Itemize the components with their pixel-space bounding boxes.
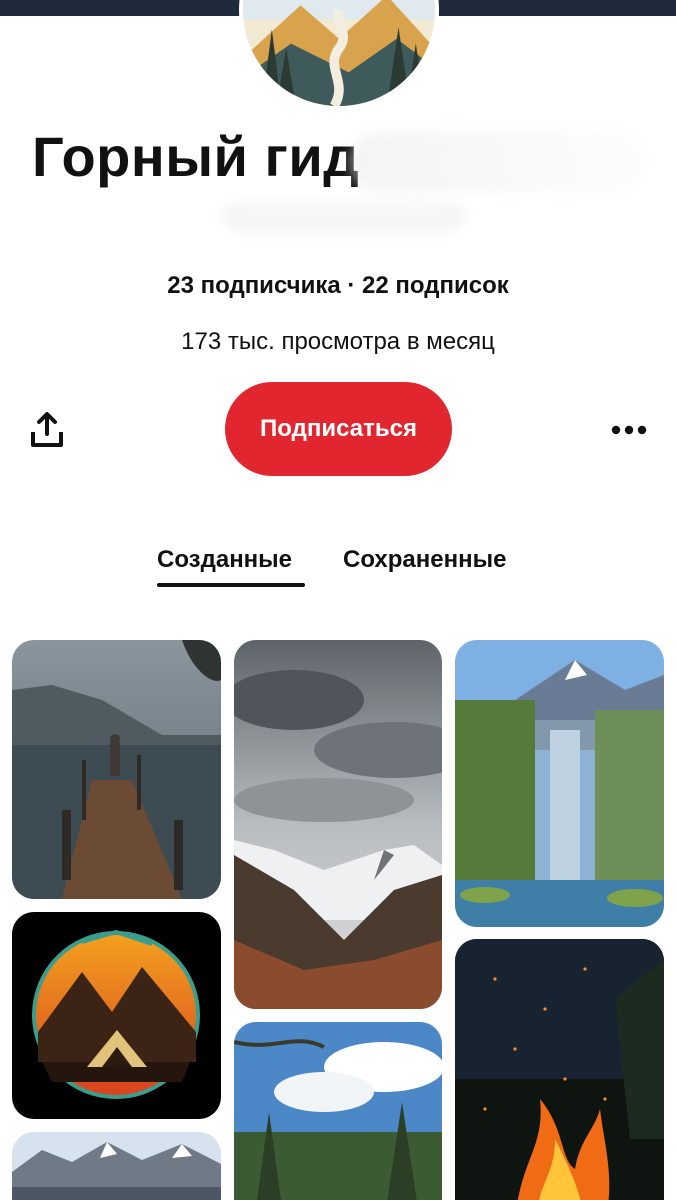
pin-mountain-range[interactable] bbox=[12, 1132, 221, 1200]
share-button[interactable] bbox=[28, 410, 66, 450]
more-dots-icon bbox=[611, 425, 647, 435]
share-upload-icon bbox=[31, 412, 63, 447]
pin-forest-clouds[interactable] bbox=[234, 1022, 442, 1200]
lake-pier-image bbox=[12, 640, 221, 899]
mountain-path-logo bbox=[243, 0, 435, 106]
pin-waterfall-painting[interactable] bbox=[455, 640, 664, 927]
active-tab-indicator bbox=[157, 583, 305, 587]
profile-avatar[interactable] bbox=[243, 0, 435, 106]
pin-lake-pier[interactable] bbox=[12, 640, 221, 899]
mountain-range-image bbox=[12, 1132, 221, 1200]
tab-saved[interactable]: Сохраненные bbox=[343, 546, 506, 574]
blurred-website bbox=[222, 202, 466, 232]
blurred-handle bbox=[350, 132, 645, 192]
follow-stats[interactable]: 23 подписчика · 22 подписок bbox=[0, 272, 676, 300]
monthly-views: 173 тыс. просмотра в месяц bbox=[181, 328, 495, 355]
forest-clouds-image bbox=[234, 1022, 442, 1200]
pin-snowy-mountain-forest[interactable] bbox=[234, 640, 442, 1009]
campfire-sparks-image bbox=[455, 939, 664, 1200]
more-options-button[interactable] bbox=[608, 420, 650, 440]
snowy-mountain-forest-image bbox=[234, 640, 442, 1009]
pin-campfire-sparks[interactable] bbox=[455, 939, 664, 1200]
camping-emblem-image bbox=[12, 912, 221, 1119]
profile-name: Горный гид bbox=[32, 125, 360, 188]
pin-camping-emblem[interactable] bbox=[12, 912, 221, 1119]
subscribe-button[interactable]: Подписаться bbox=[225, 382, 452, 476]
waterfall-painting-image bbox=[455, 640, 664, 927]
tab-created[interactable]: Созданные bbox=[157, 546, 292, 574]
